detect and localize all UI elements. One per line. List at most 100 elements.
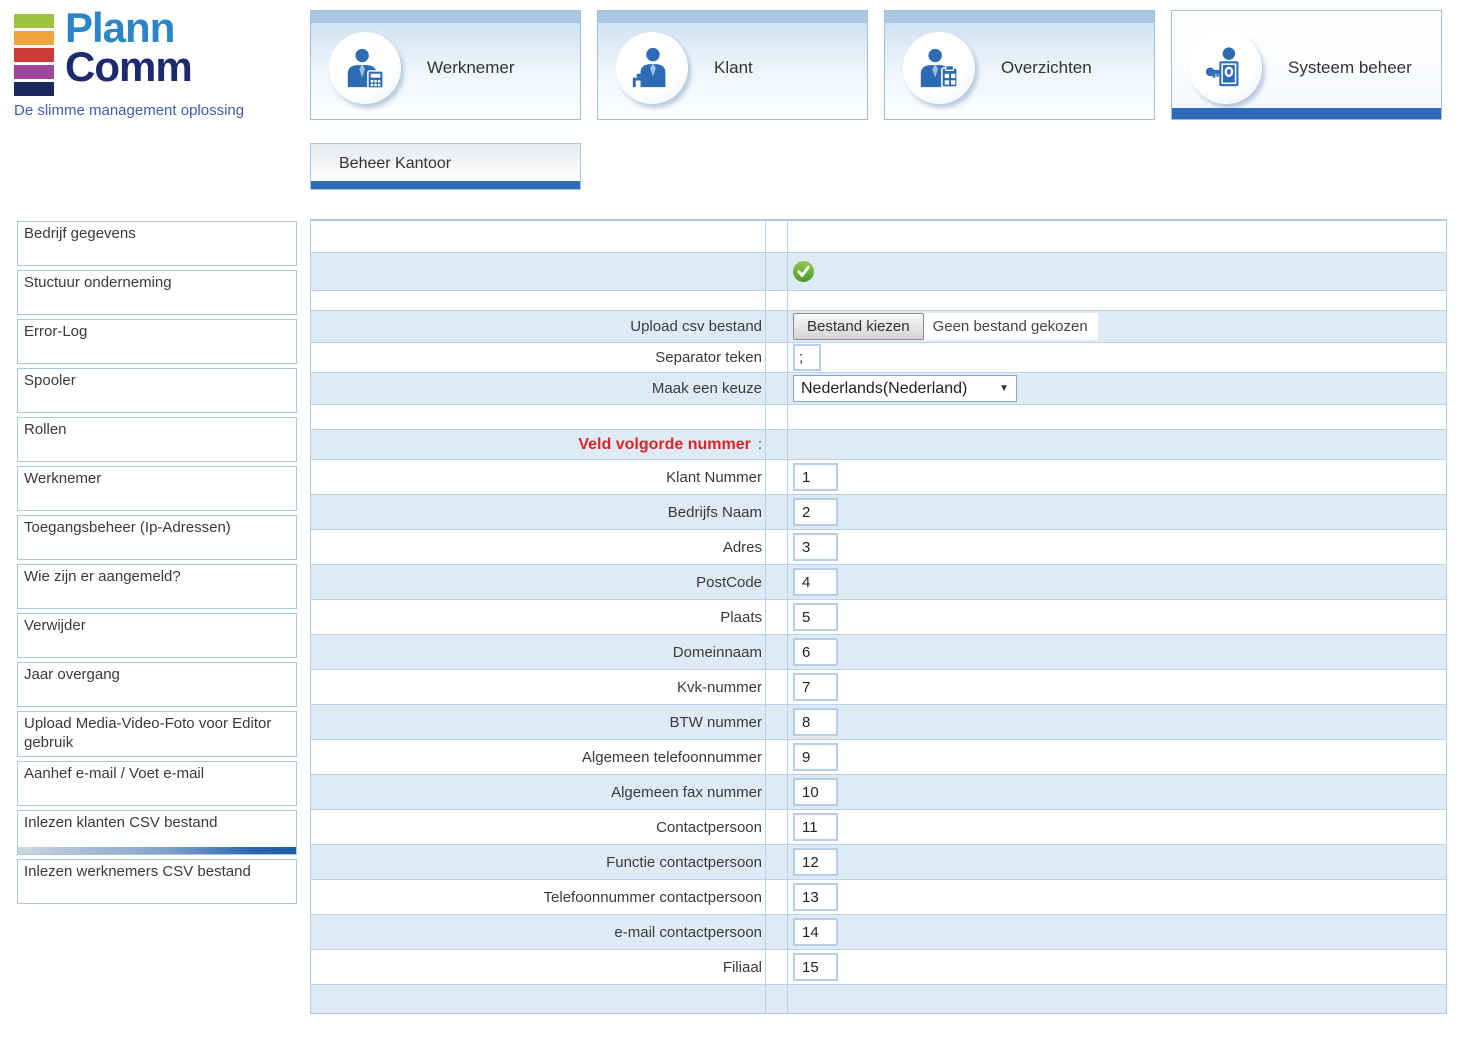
field-label: BTW nummer [669,714,762,731]
sidebar-item-stuctuur-onderneming[interactable]: Stuctuur onderneming [17,270,297,315]
sidebar-item-werknemer[interactable]: Werknemer [17,466,297,511]
language-select-value: Nederlands(Nederland) [801,380,967,398]
field-label: PostCode [696,574,762,591]
field-label: Adres [723,539,762,556]
upload-label: Upload csv bestand [630,318,762,335]
tab-systeem-beheer[interactable]: Systeem beheer [1171,10,1442,120]
field-order-input[interactable] [793,813,838,841]
field-order-input[interactable] [793,778,838,806]
field-order-input[interactable] [793,848,838,876]
field-order-input[interactable] [793,708,838,736]
language-row: Maak een keuze Nederlands(Nederland) ▼ [311,373,1446,405]
systeem-beheer-icon [1190,32,1262,104]
sidebar-item-label: Rollen [24,421,67,438]
field-label: Algemeen fax nummer [611,784,762,801]
sidebar-item-label: Wie zijn er aangemeld? [24,568,181,585]
sidebar-item-label: Stuctuur onderneming [24,274,172,291]
field-order-input[interactable] [793,603,838,631]
field-order-input[interactable] [793,743,838,771]
sidebar-item-wie-zijn-er-aangemeld[interactable]: Wie zijn er aangemeld? [17,564,297,609]
sidebar-item-label: Verwijder [24,617,86,634]
sidebar-item-upload-media[interactable]: Upload Media-Video-Foto voor Editor gebr… [17,711,297,757]
field-order-input[interactable] [793,533,838,561]
klant-icon [616,32,688,104]
language-select[interactable]: Nederlands(Nederland) ▼ [793,375,1017,402]
werknemer-icon [329,32,401,104]
tab-label: Werknemer [427,58,515,78]
sidebar-item-aanhef-email[interactable]: Aanhef e-mail / Voet e-mail [17,761,297,806]
sidebar-item-label: Inlezen klanten CSV bestand [24,814,217,831]
sidebar-item-bedrijf-gegevens[interactable]: Bedrijf gegevens [17,221,297,266]
field-label: Klant Nummer [666,469,762,486]
separator-label: Separator teken [655,349,762,366]
sidebar-item-label: Error-Log [24,323,87,340]
tab-overzichten[interactable]: Overzichten [884,10,1155,120]
field-label: Contactpersoon [656,819,762,836]
sidebar-item-toegangsbeheer[interactable]: Toegangsbeheer (Ip-Adressen) [17,515,297,560]
logo-color-bars-icon [14,14,54,96]
sidebar-item-label: Inlezen werknemers CSV bestand [24,863,251,880]
field-row-telefoonnummer-contactpersoon: Telefoonnummer contactpersoon [311,880,1446,915]
planncomm-logo: Plann Comm De slimme management oplossin… [14,8,244,119]
field-order-input[interactable] [793,883,838,911]
separator-input[interactable] [793,344,821,371]
field-row-postcode: PostCode [311,565,1446,600]
field-label: Filiaal [723,959,762,976]
tab-label: Overzichten [1001,58,1092,78]
sidebar-item-inlezen-klanten-csv[interactable]: Inlezen klanten CSV bestand [17,810,297,855]
sidebar-item-label: Bedrijf gegevens [24,225,136,242]
field-row-plaats: Plaats [311,600,1446,635]
logo-tagline: De slimme management oplossing [14,102,244,119]
field-label: Kvk-nummer [677,679,762,696]
sidebar-item-verwijder[interactable]: Verwijder [17,613,297,658]
logo-wordmark: Plann Comm [65,8,192,86]
tab-werknemer[interactable]: Werknemer [310,10,581,120]
field-order-input[interactable] [793,568,838,596]
empty-row [311,291,1446,311]
section-heading-colon: : [758,436,762,453]
section-heading: Veld volgorde nummer [578,436,750,454]
empty-row [311,405,1446,430]
overzichten-icon [903,32,975,104]
sidebar-item-error-log[interactable]: Error-Log [17,319,297,364]
field-row-filiaal: Filiaal [311,950,1446,985]
sidebar-item-label: Upload Media-Video-Foto voor Editor gebr… [24,715,271,751]
field-label: Plaats [720,609,762,626]
tab-label: Systeem beheer [1288,58,1412,78]
choose-file-button[interactable]: Bestand kiezen [793,313,924,340]
sidebar-item-jaar-overgang[interactable]: Jaar overgang [17,662,297,707]
tab-klant[interactable]: Klant [597,10,868,120]
field-order-input[interactable] [793,638,838,666]
sidebar-item-spooler[interactable]: Spooler [17,368,297,413]
field-label: Domeinnaam [673,644,762,661]
sidebar-item-label: Jaar overgang [24,666,120,683]
subtab-beheer-kantoor[interactable]: Beheer Kantoor [310,143,581,190]
field-order-input[interactable] [793,918,838,946]
field-row-functie-contactpersoon: Functie contactpersoon [311,845,1446,880]
subtab-label: Beheer Kantoor [311,144,580,173]
field-order-input[interactable] [793,463,838,491]
main-nav: Werknemer Klant [310,10,1442,120]
field-order-input[interactable] [793,953,838,981]
field-row-klant-nummer: Klant Nummer [311,460,1446,495]
sidebar-item-rollen[interactable]: Rollen [17,417,297,462]
file-status-text: Geen bestand gekozen [924,318,1088,335]
empty-row [311,221,1446,253]
field-row-bedrijfs-naam: Bedrijfs Naam [311,495,1446,530]
field-row-kvk-nummer: Kvk-nummer [311,670,1446,705]
field-label: Algemeen telefoonnummer [582,749,762,766]
field-label: Telefoonnummer contactpersoon [544,889,762,906]
upload-row: Upload csv bestand Bestand kiezen Geen b… [311,311,1446,343]
field-row-btw-nummer: BTW nummer [311,705,1446,740]
sidebar-item-label: Toegangsbeheer (Ip-Adressen) [24,519,231,536]
separator-row: Separator teken [311,343,1446,373]
sidebar: Bedrijf gegevens Stuctuur onderneming Er… [17,221,297,908]
language-label: Maak een keuze [652,380,762,397]
field-label: e-mail contactpersoon [614,924,762,941]
sidebar-item-inlezen-werknemers-csv[interactable]: Inlezen werknemers CSV bestand [17,859,297,904]
chevron-down-icon: ▼ [999,383,1009,394]
csv-import-form: Upload csv bestand Bestand kiezen Geen b… [310,219,1447,1014]
sidebar-item-label: Spooler [24,372,76,389]
field-order-input[interactable] [793,498,838,526]
field-order-input[interactable] [793,673,838,701]
